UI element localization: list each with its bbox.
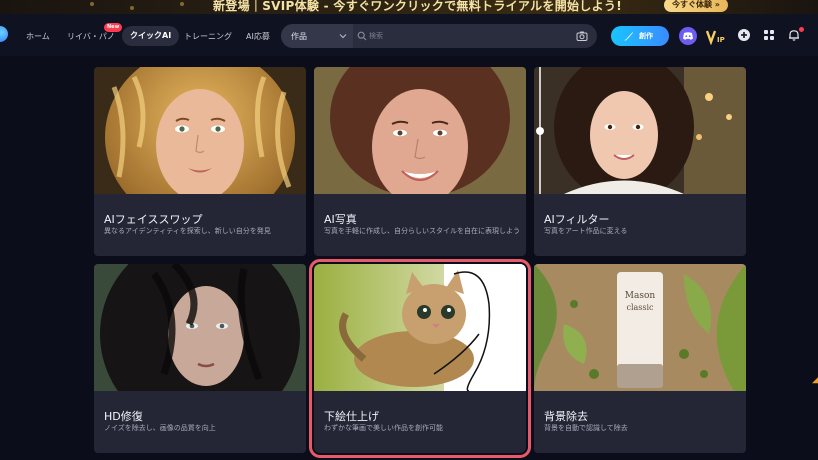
card-description: ノイズを除去し、画像の品質を向上 (104, 424, 216, 432)
apps-grid-icon[interactable] (762, 28, 776, 42)
hd-repair-image (94, 264, 306, 391)
side-floating-icon[interactable]: ◢ (812, 374, 818, 385)
app-logo[interactable] (0, 26, 8, 42)
card-description: 異なるアイデンティティを探索し、新しい自分を発見 (104, 227, 271, 235)
card-description: 写真をアート作品に変える (544, 227, 628, 235)
banner-decoration (180, 2, 184, 6)
card-ai-filter[interactable]: AIフィルター 写真をアート作品に変える (534, 67, 746, 256)
nav-ai-contest[interactable]: AI応募 (246, 31, 270, 42)
search-category-label: 作品 (291, 32, 307, 41)
card-title: HD修復 (104, 410, 143, 423)
card-face-swap[interactable]: AIフェイススワップ 異なるアイデンティティを探索し、新しい自分を発見 (94, 67, 306, 256)
ai-filter-image (534, 67, 746, 194)
banner-decoration (90, 2, 94, 6)
ai-photo-image (314, 67, 526, 194)
plus-icon[interactable] (737, 28, 751, 42)
search-bar: 作品 (281, 24, 597, 48)
card-ai-photo[interactable]: AI写真 写真を手軽に作成し、自分らしいスタイルを自在に表現しよう (314, 67, 526, 256)
card-description: 写真を手軽に作成し、自分らしいスタイルを自在に表現しよう (324, 227, 520, 235)
search-category-select[interactable]: 作品 (281, 24, 353, 48)
banner-decoration (130, 6, 134, 10)
notification-dot (799, 27, 804, 32)
card-background-removal[interactable]: Mason classic 背景除去 背景を自動で認識して除去 (534, 264, 746, 453)
new-badge: New (104, 23, 123, 32)
svg-text:IP: IP (717, 36, 725, 44)
vip-icon[interactable]: IP (706, 27, 726, 45)
search-icon (357, 31, 367, 41)
nav-training[interactable]: トレーニング (184, 31, 232, 42)
card-title: 下絵仕上げ (324, 410, 379, 423)
discord-glyph-icon (683, 32, 693, 40)
card-title: AIフィルター (544, 213, 610, 226)
create-label: 創作 (639, 32, 653, 40)
card-sketch-finish[interactable]: 下絵仕上げ わずかな筆画で美しい作品を創作可能 (309, 259, 531, 458)
top-navbar: ホーム リイバ・パノ New クイックAI トレーニング AI応募 作品 創作 (0, 14, 818, 56)
background-removal-image: Mason classic (534, 264, 746, 391)
face-swap-image (94, 67, 306, 194)
nav-home[interactable]: ホーム (26, 31, 50, 42)
card-hd-repair[interactable]: HD修復 ノイズを除去し、画像の品質を向上 (94, 264, 306, 453)
nav-quick-ai[interactable]: クイックAI (122, 26, 180, 46)
camera-icon[interactable] (576, 30, 588, 42)
product-label-line2: classic (626, 303, 654, 312)
chevron-down-icon (339, 34, 347, 39)
card-title: 背景除去 (544, 410, 588, 423)
create-button[interactable]: 創作 (611, 26, 669, 46)
nav-reverse-panorama[interactable]: リイバ・パノ (67, 31, 115, 42)
card-title: AIフェイススワップ (104, 213, 203, 226)
sketch-finish-image (314, 264, 526, 391)
banner-text: 新登場｜SVIP体験 - 今すぐワンクリックで無料トライアルを開始しよう! (213, 0, 622, 13)
product-label-line1: Mason (625, 291, 656, 301)
banner-try-button[interactable]: 今すぐ体験 » (664, 0, 728, 12)
card-title: AI写真 (324, 213, 357, 226)
discord-icon[interactable] (679, 27, 697, 45)
card-description: わずかな筆画で美しい作品を創作可能 (324, 424, 443, 432)
card-description: 背景を自動で認識して除去 (544, 424, 628, 432)
promo-banner[interactable]: 新登場｜SVIP体験 - 今すぐワンクリックで無料トライアルを開始しよう! 今す… (0, 0, 818, 14)
paint-brush-icon (624, 32, 633, 41)
search-input[interactable] (369, 28, 569, 44)
